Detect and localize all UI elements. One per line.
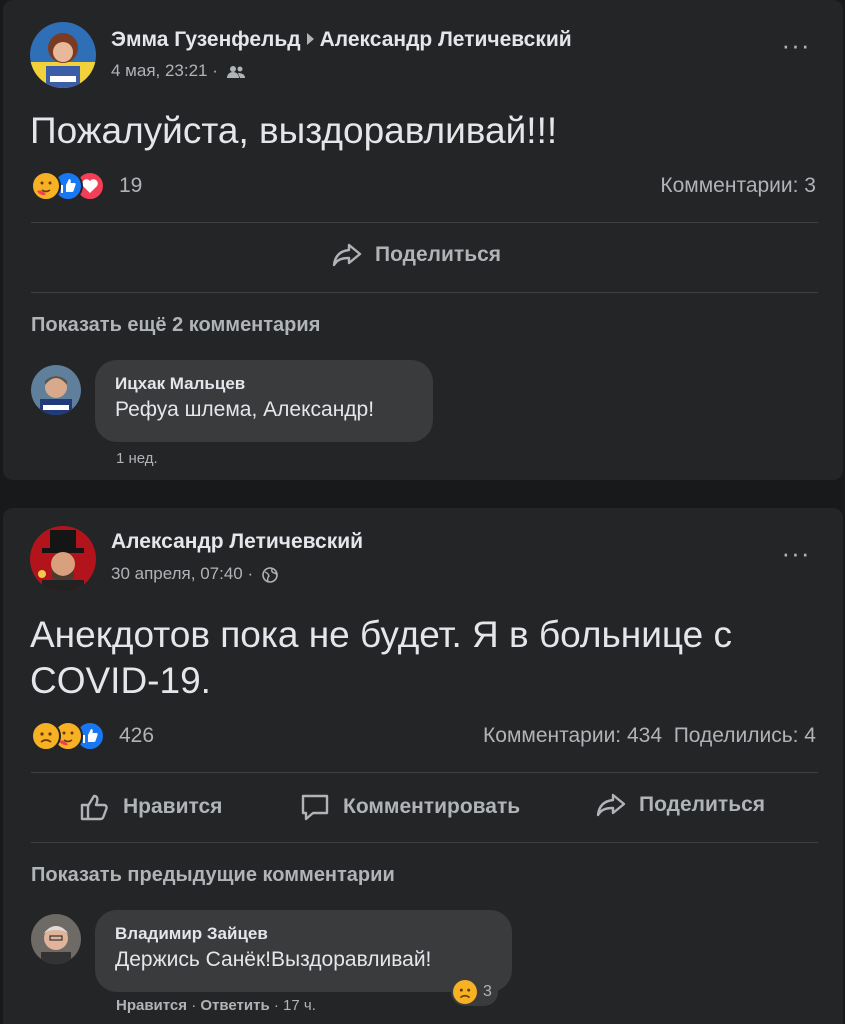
comment-text: Держись Санёк!Выздоравливай! bbox=[115, 948, 432, 971]
comment-actions: Нравится · Ответить · 17 ч. bbox=[116, 997, 316, 1014]
share-button[interactable]: Поделиться bbox=[331, 242, 501, 268]
recipient-name[interactable]: Александр Летичевский bbox=[320, 28, 572, 51]
shares-count[interactable]: Поделились: 4 bbox=[674, 724, 816, 747]
reactions-summary[interactable]: 19 bbox=[31, 169, 142, 203]
commenter-avatar[interactable] bbox=[31, 914, 81, 964]
share-label: Поделиться bbox=[375, 243, 502, 266]
share-icon bbox=[596, 793, 626, 817]
post-timestamp[interactable]: 30 апреля, 07:40 bbox=[111, 564, 243, 583]
post-card-2: Александр Летичевский 30 апреля, 07:40 ·… bbox=[3, 508, 843, 1024]
more-options-icon[interactable]: ··· bbox=[779, 540, 813, 568]
comment-author[interactable]: Владимир Зайцев bbox=[115, 924, 494, 944]
divider bbox=[31, 222, 818, 223]
post-text: Пожалуйста, выздоравливай!!! bbox=[30, 110, 558, 151]
comments-count[interactable]: Комментарии: 434 bbox=[483, 724, 662, 747]
post-stats: Комментарии: 434 Поделились: 4 bbox=[483, 724, 816, 748]
thumbs-up-icon bbox=[80, 794, 108, 821]
comment-time[interactable]: 17 ч. bbox=[283, 997, 316, 1014]
author-name[interactable]: Эмма Гузенфельд bbox=[111, 28, 301, 51]
comment-label: Комментировать bbox=[343, 795, 521, 818]
post-card-1: Эмма Гузенфельд Александр Летичевский 4 м… bbox=[3, 0, 843, 480]
comments-count[interactable]: Комментарии: 3 bbox=[660, 174, 816, 198]
globe-icon bbox=[262, 566, 278, 583]
share-button[interactable]: Поделиться bbox=[595, 792, 765, 818]
author-name[interactable]: Александр Летичевский bbox=[111, 530, 363, 553]
comment-like-link[interactable]: Нравится bbox=[116, 997, 187, 1014]
show-more-comments-link[interactable]: Показать ещё 2 комментария bbox=[31, 314, 320, 337]
post-header-names: Александр Летичевский bbox=[111, 530, 363, 554]
comment-reply-link[interactable]: Ответить bbox=[200, 997, 269, 1014]
comment-text: Рефуа шлема, Александр! bbox=[115, 398, 375, 421]
divider bbox=[31, 842, 818, 843]
post-meta: 30 апреля, 07:40 · bbox=[111, 564, 278, 584]
commenter-avatar[interactable] bbox=[31, 365, 81, 415]
reaction-count: 426 bbox=[119, 724, 155, 747]
comment-bubble: Владимир Зайцев Держись Санёк!Выздоравли… bbox=[95, 910, 512, 992]
divider bbox=[31, 292, 818, 293]
comment-reaction-count: 3 bbox=[483, 983, 492, 1000]
post-header-names: Эмма Гузенфельд Александр Летичевский bbox=[111, 28, 572, 52]
show-previous-comments-link[interactable]: Показать предыдущие комментарии bbox=[31, 864, 395, 887]
comment-bubble: Ицхак Мальцев Рефуа шлема, Александр! bbox=[95, 360, 433, 442]
divider bbox=[31, 772, 818, 773]
like-button[interactable]: Нравится bbox=[79, 792, 222, 822]
friends-icon bbox=[226, 65, 245, 78]
share-icon bbox=[332, 243, 362, 267]
comment-author[interactable]: Ицхак Мальцев bbox=[115, 374, 415, 394]
reaction-count: 19 bbox=[119, 174, 143, 197]
comment-button[interactable]: Комментировать bbox=[299, 792, 520, 822]
more-options-icon[interactable]: ··· bbox=[779, 32, 813, 60]
sad-emoji-icon bbox=[453, 980, 477, 1004]
post-text: Анекдотов пока не будет. Я в больнице с … bbox=[30, 614, 733, 701]
reactions-summary[interactable]: 426 bbox=[31, 719, 154, 753]
arrow-right-icon bbox=[306, 33, 314, 46]
like-label: Нравится bbox=[123, 795, 223, 818]
author-avatar[interactable] bbox=[30, 526, 96, 592]
care-emoji-icon bbox=[31, 171, 61, 201]
post-timestamp[interactable]: 4 мая, 23:21 bbox=[111, 61, 208, 80]
comment-reactions[interactable]: 3 bbox=[451, 978, 498, 1006]
sad-emoji-icon bbox=[31, 721, 61, 751]
author-avatar[interactable] bbox=[30, 22, 96, 88]
comment-time[interactable]: 1 нед. bbox=[116, 450, 158, 467]
post-meta: 4 мая, 23:21 · bbox=[111, 61, 245, 81]
comment-icon bbox=[301, 794, 329, 821]
share-label: Поделиться bbox=[639, 793, 766, 816]
